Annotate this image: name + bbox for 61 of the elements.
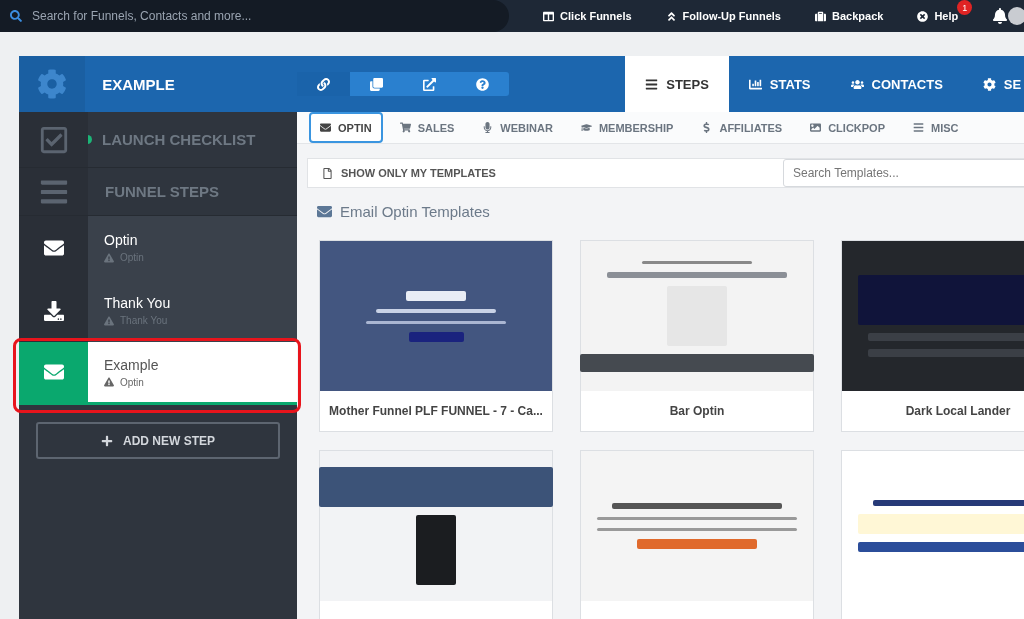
settings-icon (982, 77, 996, 91)
category-tab[interactable]: OPTIN (309, 112, 383, 143)
step-name: Example (104, 356, 160, 373)
envelope-icon (317, 204, 332, 219)
add-step-button[interactable]: ADD NEW STEP (36, 422, 280, 459)
avatar[interactable] (1008, 7, 1024, 25)
category-tab[interactable]: AFFILIATES (690, 112, 794, 143)
nav-link[interactable]: Backpack (815, 10, 884, 22)
external-link-icon (423, 77, 437, 91)
menu-icon (913, 122, 924, 133)
template-card[interactable]: Dark Local Lander (841, 240, 1024, 432)
link-icon (317, 77, 331, 91)
funnel-tab[interactable]: STATS (728, 56, 831, 112)
category-tab[interactable]: SALES (388, 112, 466, 143)
template-title: Mother Funnel PLF FUNNEL - 7 - Ca... (328, 403, 544, 420)
step-name: Thank You (104, 295, 172, 311)
category-tab[interactable]: WEBINAR (471, 112, 564, 143)
step-type: Optin (104, 376, 297, 388)
funnel-steps-heading: FUNNEL STEPS (105, 183, 219, 200)
template-card[interactable]: Bar Optin (580, 240, 814, 432)
funnel-tab[interactable]: CONTACTS (830, 56, 963, 112)
template-title: Dark Local Lander (904, 403, 1012, 420)
copy-icon (370, 77, 384, 91)
plus-icon (101, 434, 113, 447)
search-icon (10, 10, 22, 22)
warning-icon (104, 315, 114, 326)
category-tab[interactable]: MISC (902, 112, 970, 143)
envelope-icon (320, 122, 331, 133)
search-field[interactable]: Search for Funnels, Contacts and more... (0, 0, 510, 32)
nav-link[interactable]: Follow-Up Funnels (665, 10, 781, 22)
template-search-field[interactable]: Search Templates... (783, 159, 1024, 187)
step-name: Optin (104, 232, 139, 248)
list-icon (645, 77, 659, 91)
chevrons-up-icon (665, 10, 677, 22)
category-tab[interactable]: MEMBERSHIP (569, 112, 685, 143)
template-title: Bar Optin (668, 403, 726, 420)
search-placeholder: Search for Funnels, Contacts and more... (32, 9, 252, 23)
funnel-tab[interactable]: SE (962, 56, 1024, 112)
image-icon (810, 122, 822, 133)
bell-icon[interactable] (992, 8, 1009, 24)
template-card[interactable]: Mother Funnel PLF FUNNEL - 7 - Ca... (319, 240, 553, 432)
funnel-step[interactable]: Example Optin (19, 342, 297, 405)
section-title: Email Optin Templates (340, 203, 490, 220)
cart-icon (399, 122, 411, 133)
file-icon (322, 167, 333, 179)
nav-link[interactable]: Click Funnels (543, 10, 632, 22)
download-icon (43, 300, 64, 321)
envelope-icon (43, 362, 64, 382)
users-icon (850, 77, 864, 91)
funnel-tab[interactable]: STEPS (625, 56, 729, 112)
bar-chart-icon (748, 77, 762, 91)
nav-link[interactable]: Help (917, 10, 959, 22)
link-button[interactable] (297, 72, 351, 96)
microphone-icon (482, 122, 494, 133)
notification-badge: 1 (957, 0, 973, 15)
graduation-cap-icon (580, 122, 592, 133)
show-my-templates-toggle[interactable]: SHOW ONLY MY TEMPLATES (316, 166, 502, 180)
category-tab[interactable]: CLICKPOP (799, 112, 896, 143)
funnel-title: EXAMPLE (101, 74, 176, 95)
warning-icon (104, 377, 114, 387)
warning-icon (104, 252, 114, 263)
